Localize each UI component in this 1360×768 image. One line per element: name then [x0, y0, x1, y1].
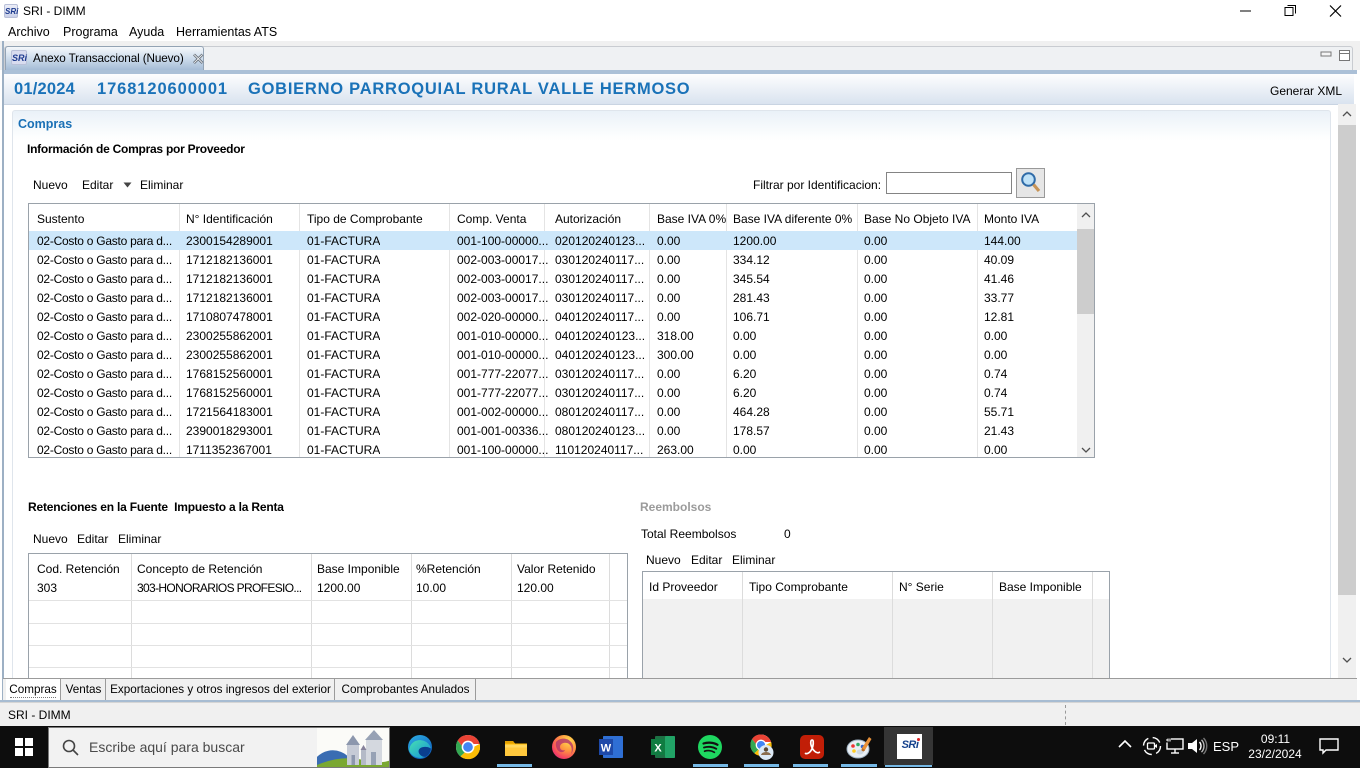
svg-text:W: W	[601, 743, 612, 755]
svg-text:X: X	[654, 743, 662, 755]
